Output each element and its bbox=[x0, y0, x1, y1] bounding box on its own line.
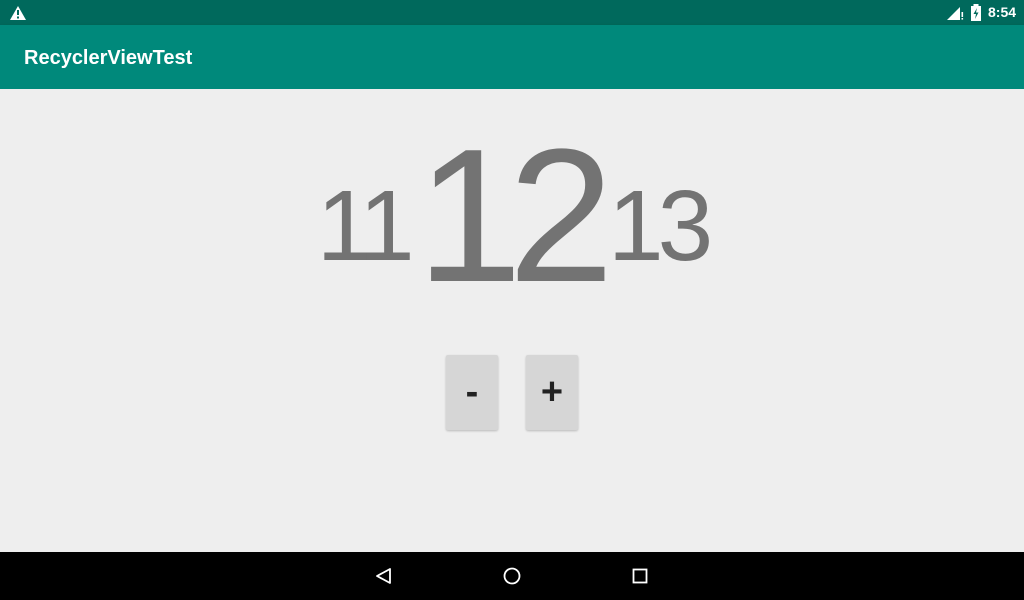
main-content: 11 12 13 - + bbox=[0, 89, 1024, 552]
back-icon[interactable] bbox=[374, 566, 394, 586]
previous-number[interactable]: 11 bbox=[317, 176, 415, 276]
warning-icon bbox=[10, 6, 26, 20]
recents-icon[interactable] bbox=[630, 566, 650, 586]
increment-button[interactable]: + bbox=[526, 355, 578, 430]
app-bar: RecyclerViewTest bbox=[0, 25, 1024, 89]
battery-charging-icon bbox=[971, 4, 981, 21]
status-time: 8:54 bbox=[988, 4, 1017, 20]
current-number[interactable]: 12 bbox=[417, 121, 614, 311]
number-picker[interactable]: 11 12 13 bbox=[0, 121, 1024, 311]
app-title: RecyclerViewTest bbox=[24, 47, 193, 69]
cell-signal-icon bbox=[947, 7, 964, 20]
status-bar: 8:54 bbox=[0, 0, 1024, 25]
decrement-button[interactable]: - bbox=[446, 355, 498, 430]
home-icon[interactable] bbox=[502, 566, 522, 586]
next-number[interactable]: 13 bbox=[608, 176, 713, 276]
navigation-bar bbox=[0, 552, 1024, 600]
